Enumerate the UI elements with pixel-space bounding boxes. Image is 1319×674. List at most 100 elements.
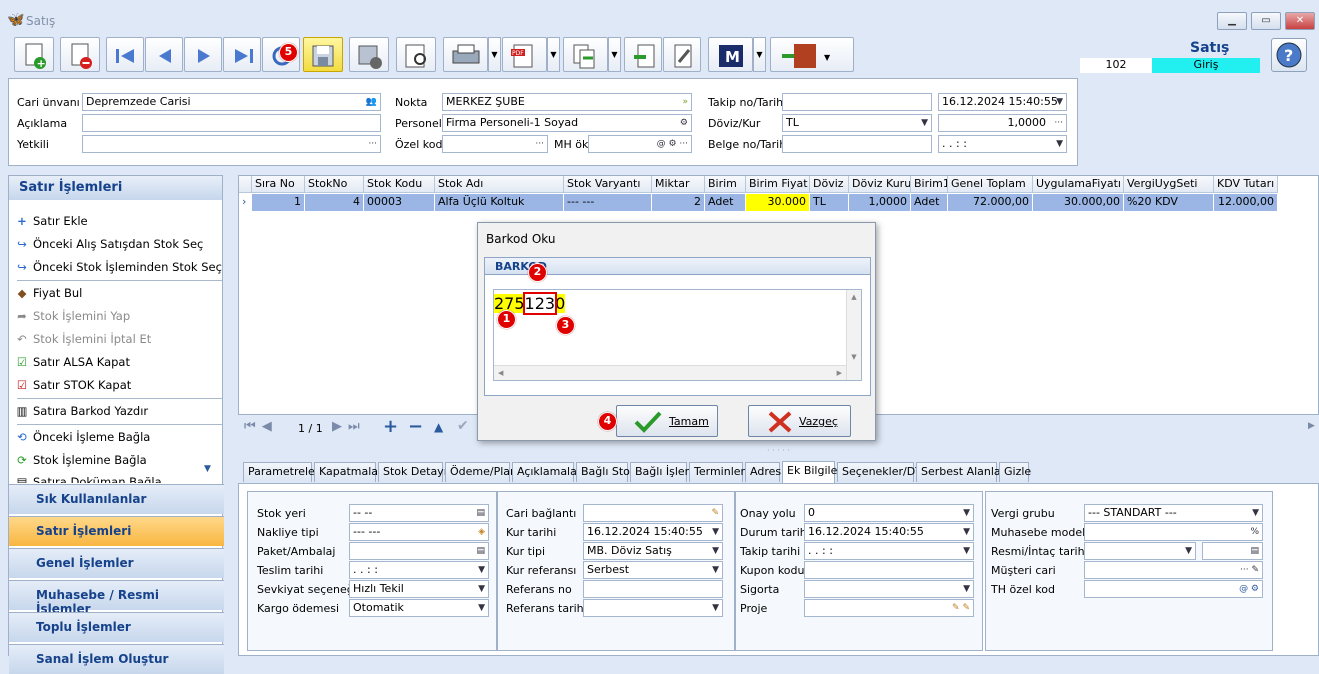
add-row-icon[interactable]: + bbox=[383, 416, 398, 437]
percent-icon[interactable]: % bbox=[1250, 524, 1259, 540]
chevron-down-icon[interactable]: ▼ bbox=[478, 562, 485, 578]
maximize-button[interactable]: ▭ bbox=[1251, 12, 1281, 30]
column-header[interactable]: Sıra No bbox=[252, 176, 305, 193]
nav-sanal-islem[interactable]: Sanal İşlem Oluştur bbox=[9, 644, 224, 674]
chevron-down-icon[interactable]: ▼ bbox=[963, 505, 970, 521]
pdf-export-button[interactable]: PDF bbox=[502, 37, 547, 72]
referans-no-field[interactable] bbox=[583, 580, 723, 598]
help-button[interactable]: ? bbox=[1271, 38, 1307, 72]
chevron-down-icon[interactable]: ▼ bbox=[712, 524, 719, 540]
vergi-grubu-field[interactable]: --- STANDART --- ▼ bbox=[1084, 504, 1263, 522]
nav-first-prev-icon[interactable]: ⏮◀ bbox=[244, 419, 278, 434]
scroll-down-icon[interactable]: ▼ bbox=[847, 353, 861, 361]
onay-yolu-field[interactable]: 0 ▼ bbox=[804, 504, 974, 522]
sidebar-item-barkod-yazdir[interactable]: ▥ Satıra Barkod Yazdır bbox=[14, 404, 149, 418]
chevron-double-icon[interactable]: » bbox=[682, 94, 688, 110]
chevron-down-icon[interactable]: ▼ bbox=[712, 543, 719, 559]
sidebar-item-onceki-alis[interactable]: ↪ Önceki Alış Satışdan Stok Seç bbox=[14, 237, 203, 251]
confirm-icon[interactable]: ✔ bbox=[457, 418, 469, 434]
next-record-button[interactable] bbox=[184, 37, 222, 72]
user-icon[interactable]: ⚙ bbox=[680, 115, 688, 131]
column-header[interactable]: Birim bbox=[705, 176, 746, 193]
list-icon[interactable]: ▤ bbox=[1250, 543, 1259, 559]
ellipsis-icon[interactable]: ··· bbox=[368, 136, 377, 152]
prev-record-button[interactable] bbox=[145, 37, 183, 72]
table-cell[interactable]: Alfa Üçlü Koltuk bbox=[435, 194, 564, 211]
kur-referansi-field[interactable]: Serbest ▼ bbox=[583, 561, 723, 579]
table-cell[interactable]: 1 bbox=[252, 194, 305, 211]
sevkiyat-field[interactable]: Hızlı Tekil ▼ bbox=[349, 580, 489, 598]
last-record-button[interactable] bbox=[223, 37, 261, 72]
scroll-left-icon[interactable]: ◀ bbox=[498, 369, 503, 377]
belge-field[interactable] bbox=[782, 135, 932, 153]
scroll-right-icon[interactable]: ▶ bbox=[1308, 421, 1315, 431]
sidebar-item-dokuman-bagla[interactable]: ▤ Satıra Doküman Bağla bbox=[14, 475, 162, 483]
sidebar-item-onceki-stok[interactable]: ↪ Önceki Stok İşleminden Stok Seç bbox=[14, 260, 222, 274]
scroll-down-icon[interactable]: ▼ bbox=[204, 464, 211, 474]
horizontal-scrollbar[interactable]: ◀ ▶ bbox=[494, 365, 846, 380]
chevron-down-icon[interactable]: ▼ bbox=[1252, 505, 1259, 521]
doviz-field[interactable]: TL ▼ bbox=[782, 114, 932, 132]
yetkili-field[interactable]: ··· bbox=[82, 135, 381, 153]
m-menu-dropdown-icon[interactable]: ▼ bbox=[753, 37, 766, 72]
kur-tarihi-field[interactable]: 16.12.2024 15:40:55 ▼ bbox=[583, 523, 723, 541]
nav-genel-islemler[interactable]: Genel İşlemler bbox=[9, 548, 224, 578]
first-record-button[interactable] bbox=[106, 37, 144, 72]
ellipsis-icon[interactable]: ··· bbox=[535, 136, 544, 152]
sidebar-item-onceki-isleme-bagla[interactable]: ⟲ Önceki İşleme Bağla bbox=[14, 430, 150, 444]
chevron-down-icon[interactable]: ▼ bbox=[478, 581, 485, 597]
tab-kapatmalar[interactable]: Kapatmalar bbox=[314, 462, 383, 482]
tab-ek-bilgiler[interactable]: Ek Bilgiler bbox=[782, 461, 842, 483]
paket-field[interactable]: ▤ bbox=[349, 542, 489, 560]
table-cell[interactable]: 12.000,00 bbox=[1214, 194, 1278, 211]
chevron-down-icon[interactable]: ▼ bbox=[921, 115, 928, 131]
table-cell[interactable]: 1,0000 bbox=[849, 194, 911, 211]
table-cell[interactable]: 30.000,00 bbox=[1033, 194, 1124, 211]
sigorta-field[interactable]: ▼ bbox=[804, 580, 974, 598]
nav-sik-kullanilanlar[interactable]: Sık Kullanılanlar bbox=[9, 484, 224, 514]
print-button[interactable] bbox=[443, 37, 488, 72]
truck-icon[interactable]: ◈ bbox=[478, 524, 485, 540]
ellipsis-icon[interactable]: ··· ✎ bbox=[1240, 562, 1259, 578]
takip-field[interactable] bbox=[782, 93, 932, 111]
column-header[interactable]: Birim1 bbox=[911, 176, 948, 193]
table-cell[interactable]: Adet bbox=[911, 194, 948, 211]
barcode-textarea[interactable]: 2751230 ▲ ▼ ◀ ▶ bbox=[493, 289, 862, 381]
kupon-field[interactable] bbox=[804, 561, 974, 579]
sidebar-item-satir-ekle[interactable]: + Satır Ekle bbox=[14, 214, 87, 228]
chevron-down-icon[interactable]: ▼ bbox=[963, 524, 970, 540]
sidebar-item-stok-islemini-yap[interactable]: ➦ Stok İşlemini Yap bbox=[14, 309, 130, 323]
sidebar-item-stok-kapat[interactable]: ☑ Satır STOK Kapat bbox=[14, 378, 131, 392]
chevron-down-icon[interactable]: ▼ bbox=[1056, 136, 1063, 152]
chevron-down-icon[interactable]: ▼ bbox=[1185, 543, 1192, 559]
column-header[interactable]: Miktar bbox=[652, 176, 705, 193]
column-header[interactable]: StokNo bbox=[305, 176, 364, 193]
nakliye-field[interactable]: --- --- ◈ bbox=[349, 523, 489, 541]
chevron-down-icon[interactable]: ▼ bbox=[1056, 94, 1063, 110]
chevron-down-icon[interactable]: ▼ bbox=[963, 543, 970, 559]
chevron-down-icon[interactable]: ▼ bbox=[712, 600, 719, 616]
column-header[interactable]: Genel Toplam bbox=[948, 176, 1033, 193]
m-menu-button[interactable]: M bbox=[708, 37, 753, 72]
sidebar-item-fiyat-bul[interactable]: ◆ Fiyat Bul bbox=[14, 286, 83, 300]
tab-secenekler[interactable]: Seçenekler/DT bbox=[837, 462, 922, 482]
tab-aciklamalar[interactable]: Açıklamalar bbox=[512, 462, 581, 482]
resmi-tarih-field[interactable]: ▼ bbox=[1084, 542, 1196, 560]
column-header[interactable]: Döviz bbox=[810, 176, 849, 193]
tab-bagli-stok[interactable]: Bağlı Stok bbox=[576, 462, 636, 482]
minimize-button[interactable]: ▁ bbox=[1217, 12, 1247, 30]
edit-icon[interactable]: ✎ bbox=[711, 505, 719, 521]
table-cell[interactable]: --- --- bbox=[564, 194, 652, 211]
sidebar-item-alsa-kapat[interactable]: ☑ Satır ALSA Kapat bbox=[14, 355, 130, 369]
tab-terminler[interactable]: Terminler bbox=[689, 462, 745, 482]
remove-row-icon[interactable]: − bbox=[408, 416, 423, 437]
cancel-button[interactable]: Vazgeç bbox=[748, 405, 851, 437]
column-header[interactable]: KDV Tutarı bbox=[1214, 176, 1278, 193]
copy-button[interactable] bbox=[563, 37, 608, 72]
delete-record-button[interactable] bbox=[60, 37, 100, 72]
durum-tarihi-field[interactable]: 16.12.2024 15:40:55 ▼ bbox=[804, 523, 974, 541]
table-cell[interactable]: 4 bbox=[305, 194, 364, 211]
table-cell[interactable]: 30.000 bbox=[746, 194, 810, 211]
takip-date-field[interactable]: 16.12.2024 15:40:55 ▼ bbox=[938, 93, 1067, 111]
column-header[interactable]: Stok Adı bbox=[435, 176, 564, 193]
